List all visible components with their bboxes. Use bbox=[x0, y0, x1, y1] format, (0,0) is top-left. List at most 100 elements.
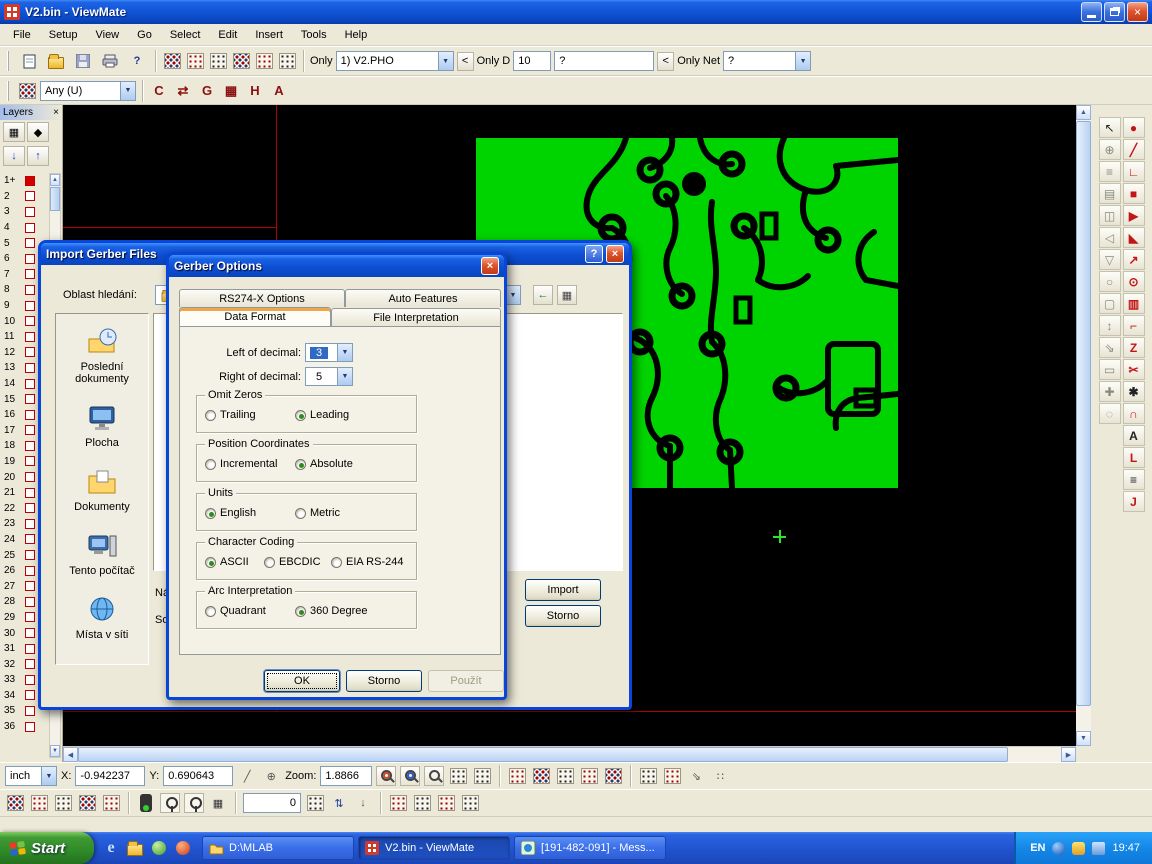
tray-messenger-icon[interactable] bbox=[1052, 842, 1065, 855]
app-shortcut-red-icon[interactable] bbox=[174, 839, 192, 857]
layer-color-chip[interactable] bbox=[25, 176, 35, 186]
scroll-down-icon[interactable]: ▼ bbox=[50, 745, 60, 757]
zoom-in-icon[interactable] bbox=[376, 766, 396, 786]
palette-tool-icon[interactable]: ≡ bbox=[1123, 469, 1145, 490]
layer-color-chip[interactable] bbox=[25, 612, 35, 622]
place-my-computer[interactable]: Tento počítač bbox=[57, 530, 147, 577]
new-file-icon[interactable] bbox=[17, 49, 41, 73]
display-mode-icon-4[interactable] bbox=[579, 766, 599, 786]
menu-item[interactable]: File bbox=[4, 26, 40, 44]
palette-tool-icon[interactable]: ● bbox=[1123, 117, 1145, 138]
palette-tool-icon[interactable]: ∟ bbox=[1123, 161, 1145, 182]
layer-color-chip[interactable] bbox=[25, 581, 35, 591]
radio-360-degree[interactable]: 360 Degree bbox=[295, 605, 368, 617]
scrollbar-thumb[interactable] bbox=[1076, 121, 1091, 706]
align-icon[interactable]: ↓ bbox=[353, 793, 373, 813]
palette-tool-icon[interactable]: ⌐ bbox=[1123, 315, 1145, 336]
layer-color-chip[interactable] bbox=[25, 269, 35, 279]
layer-color-chip[interactable] bbox=[25, 534, 35, 544]
taskbar-button-viewmate[interactable]: V2.bin - ViewMate bbox=[358, 836, 510, 860]
display-mode-icon-7[interactable] bbox=[662, 766, 682, 786]
layer-color-chip[interactable] bbox=[25, 363, 35, 373]
scroll-up-icon[interactable]: ▲ bbox=[50, 174, 60, 186]
layer-color-chip[interactable] bbox=[25, 394, 35, 404]
layer-color-chip[interactable] bbox=[25, 410, 35, 420]
layer-color-chip[interactable] bbox=[25, 223, 35, 233]
radio-quadrant[interactable]: Quadrant bbox=[205, 605, 266, 617]
layer-color-chip[interactable] bbox=[25, 503, 35, 513]
context-help-icon[interactable]: ? bbox=[125, 49, 149, 73]
display-mode-icon-2[interactable] bbox=[531, 766, 551, 786]
palette-tool-icon[interactable]: ⊕ bbox=[1099, 139, 1121, 160]
dialog-help-button[interactable]: ? bbox=[585, 245, 603, 263]
draw-pattern-icon-1[interactable] bbox=[388, 793, 408, 813]
palette-tool-icon[interactable]: ⊙ bbox=[1123, 271, 1145, 292]
layer-color-chip[interactable] bbox=[25, 347, 35, 357]
chevron-down-icon[interactable]: ▼ bbox=[337, 344, 352, 361]
palette-tool-icon[interactable]: ≡ bbox=[1099, 161, 1121, 182]
app-shortcut-green-icon[interactable] bbox=[150, 839, 168, 857]
scroll-up-icon[interactable]: ▲ bbox=[1076, 105, 1091, 120]
layer-color-chip[interactable] bbox=[25, 301, 35, 311]
restore-button[interactable] bbox=[1104, 2, 1125, 22]
layers-tool-swap-icon[interactable]: ◆ bbox=[27, 122, 49, 142]
select-filter-icon-2[interactable] bbox=[185, 51, 205, 71]
scroll-down-icon[interactable]: ▼ bbox=[1076, 731, 1091, 746]
select-filter-icon-6[interactable] bbox=[277, 51, 297, 71]
layer-stack-icon-4[interactable] bbox=[77, 793, 97, 813]
aperture-pattern-icon[interactable] bbox=[17, 81, 37, 101]
cancel-button[interactable]: Storno bbox=[346, 670, 422, 692]
layer-color-chip[interactable] bbox=[25, 379, 35, 389]
display-mode-icon-1[interactable] bbox=[507, 766, 527, 786]
draw-pattern-icon-2[interactable] bbox=[412, 793, 432, 813]
layer-color-chip[interactable] bbox=[25, 472, 35, 482]
origin-target-icon[interactable]: ⊕ bbox=[261, 766, 281, 786]
anchor-icon[interactable]: ⇅ bbox=[329, 793, 349, 813]
grid-icon[interactable]: ▦ bbox=[208, 793, 228, 813]
layers-tool-grid-icon[interactable]: ▦ bbox=[3, 122, 25, 142]
tab-auto-features[interactable]: Auto Features bbox=[345, 289, 501, 307]
layer-move-up-icon[interactable]: ↑ bbox=[27, 146, 49, 166]
palette-tool-icon[interactable]: ▽ bbox=[1099, 249, 1121, 270]
select-filter-icon-4[interactable] bbox=[231, 51, 251, 71]
palette-tool-icon[interactable]: ○ bbox=[1099, 271, 1121, 292]
palette-tool-icon[interactable]: ▶ bbox=[1123, 205, 1145, 226]
internet-explorer-icon[interactable]: e bbox=[102, 839, 120, 857]
layer-stack-icon-5[interactable] bbox=[101, 793, 121, 813]
draw-pattern-icon-4[interactable] bbox=[460, 793, 480, 813]
place-network[interactable]: Místa v síti bbox=[57, 594, 147, 641]
layer-color-chip[interactable] bbox=[25, 332, 35, 342]
palette-tool-icon[interactable]: ✚ bbox=[1099, 381, 1121, 402]
measure-icon[interactable]: ╱ bbox=[237, 766, 257, 786]
aperture-tool-icon[interactable]: ▦ bbox=[221, 81, 241, 101]
select-filter-icon-3[interactable] bbox=[208, 51, 228, 71]
apply-button[interactable]: Použít bbox=[428, 670, 504, 692]
chevron-down-icon[interactable]: ▼ bbox=[795, 52, 810, 70]
scroll-left-icon[interactable]: ◀ bbox=[63, 747, 78, 762]
palette-tool-icon[interactable]: ╱ bbox=[1123, 139, 1145, 160]
menu-item[interactable]: Edit bbox=[209, 26, 246, 44]
palette-tool-icon[interactable]: ↕ bbox=[1099, 315, 1121, 336]
place-recent-documents[interactable]: Poslední dokumenty bbox=[57, 326, 147, 385]
layer-color-chip[interactable] bbox=[25, 550, 35, 560]
net-filter-combo[interactable]: ? ▼ bbox=[723, 51, 811, 71]
display-mode-icon-6[interactable] bbox=[638, 766, 658, 786]
layer-stack-icon-1[interactable] bbox=[5, 793, 25, 813]
units-combo[interactable]: inch ▼ bbox=[5, 766, 57, 786]
toolbar-grip[interactable] bbox=[7, 51, 11, 71]
radio-absolute[interactable]: Absolute bbox=[295, 458, 353, 470]
scrollbar-thumb[interactable] bbox=[50, 187, 60, 211]
palette-tool-icon[interactable]: ▢ bbox=[1099, 293, 1121, 314]
import-cancel-button[interactable]: Storno bbox=[525, 605, 601, 627]
dialog-close-button[interactable]: × bbox=[481, 257, 499, 275]
menu-item[interactable]: View bbox=[86, 26, 128, 44]
zoom-out-icon[interactable] bbox=[424, 766, 444, 786]
place-documents[interactable]: Dokumenty bbox=[57, 466, 147, 513]
layer-color-chip[interactable] bbox=[25, 456, 35, 466]
radio-english[interactable]: English bbox=[205, 507, 256, 519]
menu-item[interactable]: Setup bbox=[40, 26, 87, 44]
palette-tool-icon[interactable]: ▥ bbox=[1123, 293, 1145, 314]
save-icon[interactable] bbox=[71, 49, 95, 73]
palette-tool-icon[interactable]: ▤ bbox=[1099, 183, 1121, 204]
layer-color-chip[interactable] bbox=[25, 566, 35, 576]
